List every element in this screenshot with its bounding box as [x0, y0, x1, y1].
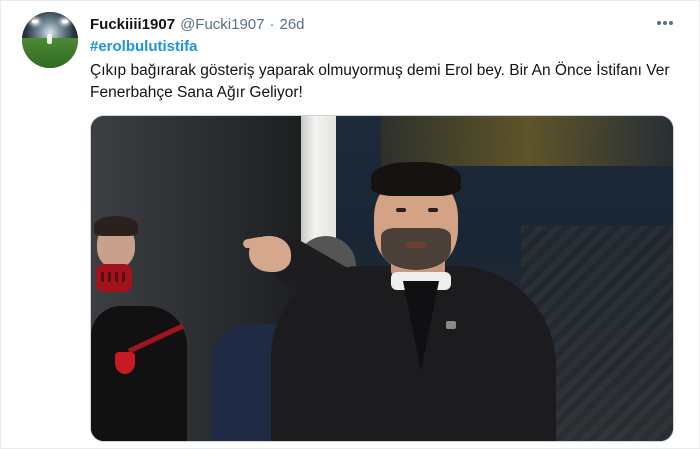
- photo-coach-beard: [381, 228, 451, 270]
- hashtag-link[interactable]: #erolbulutistifa: [90, 38, 198, 55]
- avatar-player: [47, 34, 52, 44]
- avatar-floodlight: [62, 20, 68, 23]
- photo-coach-hair: [371, 162, 461, 196]
- photo-coat-pin: [446, 321, 456, 329]
- photo-face-mask-pattern: [101, 272, 127, 282]
- tweet-text: Çıkıp bağırarak gösteriş yaparak olmuyor…: [90, 62, 670, 101]
- photo-coach-eye: [428, 208, 438, 212]
- photo-crest-badge: [115, 352, 135, 374]
- tweet-timestamp[interactable]: 26d: [280, 16, 305, 33]
- avatar[interactable]: [22, 12, 78, 68]
- photo-person-left-hair: [94, 216, 138, 236]
- tweet-header: Fuckiiii1907 @Fucki1907 · 26d: [90, 14, 305, 34]
- tweet-photo[interactable]: [90, 115, 674, 442]
- avatar-floodlight: [32, 20, 38, 23]
- separator-dot: ·: [269, 15, 275, 33]
- tweet-card[interactable]: Fuckiiii1907 @Fucki1907 · 26d #erolbulut…: [0, 0, 700, 449]
- display-name[interactable]: Fuckiiii1907: [90, 16, 175, 33]
- more-horizontal-icon[interactable]: [653, 14, 677, 32]
- photo-coach-mouth: [406, 242, 426, 248]
- user-handle[interactable]: @Fucki1907: [180, 16, 264, 33]
- photo-person-left-body: [91, 306, 187, 441]
- photo-stadium-stands: [381, 116, 673, 166]
- photo-coach-eye: [396, 208, 406, 212]
